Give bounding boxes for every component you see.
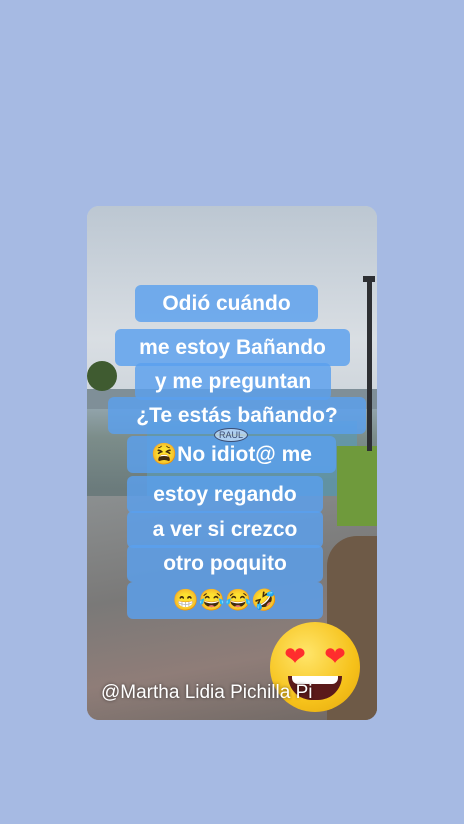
grass: [337, 446, 377, 526]
caption-line-8: otro poquito: [127, 545, 323, 582]
caption-line-1: Odió cuándo: [135, 285, 318, 322]
heart-eye-right-icon: ❤: [324, 641, 346, 671]
heart-eye-left-icon: ❤: [284, 641, 306, 671]
caption-line-3: y me preguntan: [135, 363, 331, 400]
caption-emoji-line: 😁😂😂🤣: [127, 582, 323, 619]
caption-line-7: a ver si crezco: [127, 511, 323, 548]
caption-line-2: me estoy Bañando: [115, 329, 350, 366]
lamp-pole: [367, 281, 372, 451]
watermark: @Martha Lidia Pichilla Pi: [101, 682, 313, 703]
caption-line-6: estoy regando: [127, 476, 323, 513]
tree: [87, 361, 117, 391]
sign-raul: RAUL: [214, 428, 249, 442]
